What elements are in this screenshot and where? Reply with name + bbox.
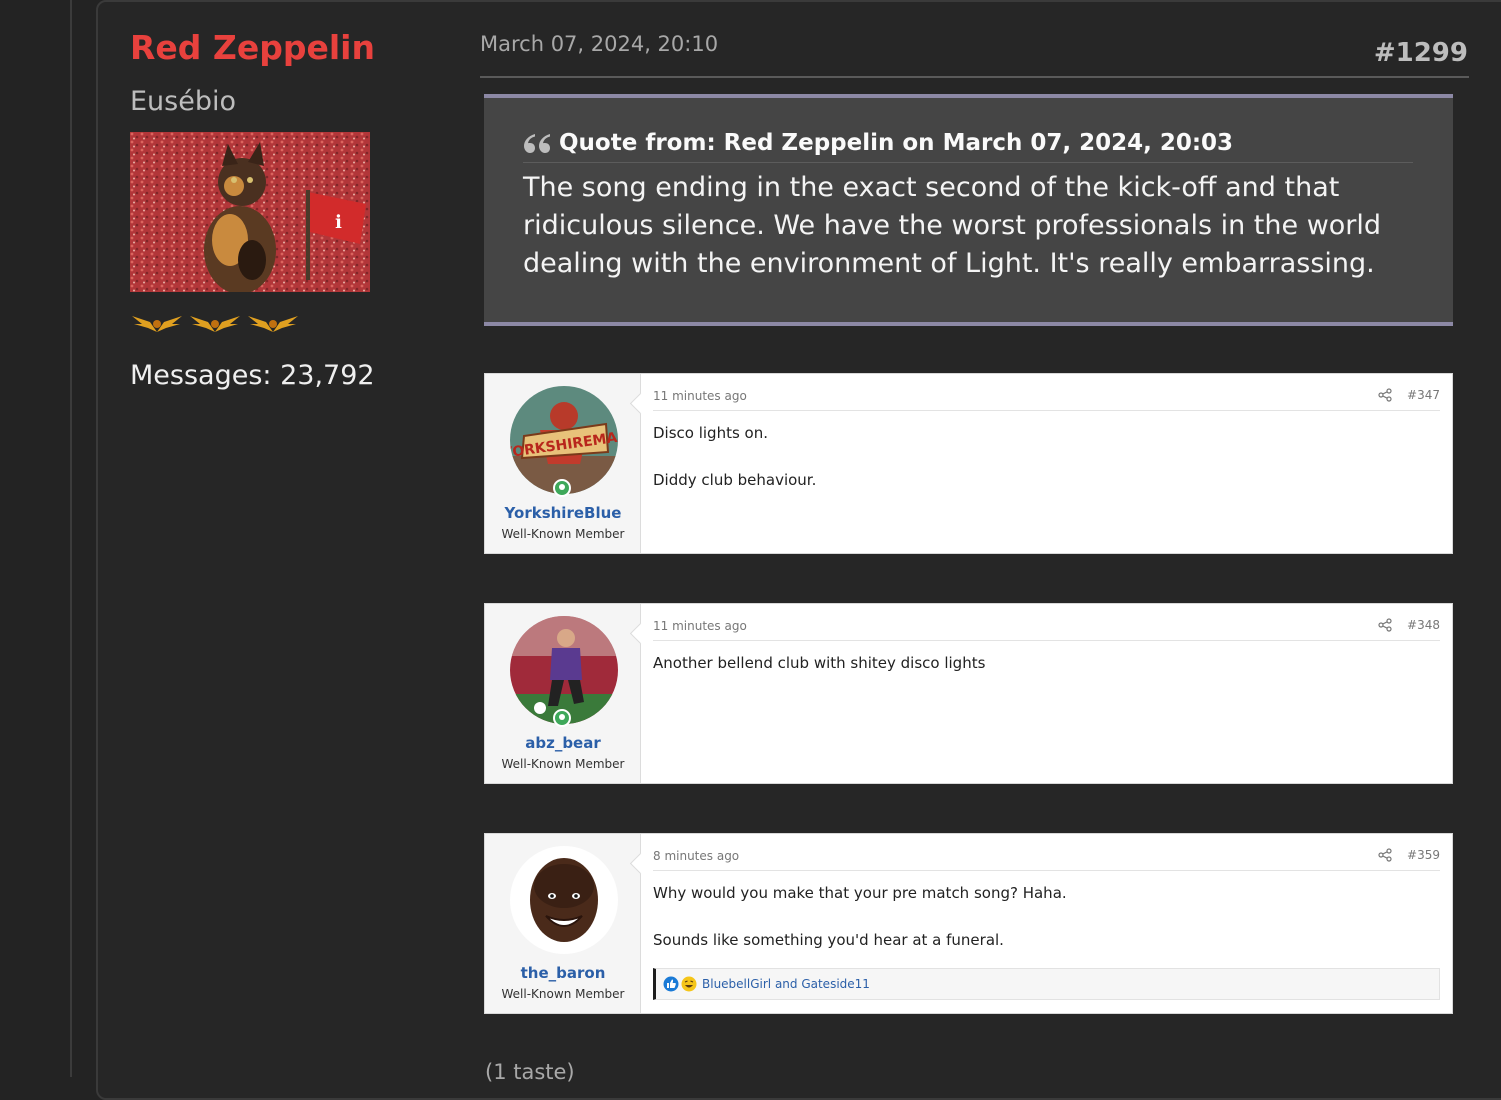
golden-eagle-icon <box>132 316 182 332</box>
author-title: Eusébio <box>130 86 237 117</box>
rank-stars <box>130 312 300 336</box>
embedded-post-user-role: Well-Known Member <box>501 987 625 1001</box>
quote-body: The song ending in the exact second of t… <box>523 172 1382 279</box>
embedded-post-username[interactable]: YorkshireBlue <box>485 504 641 522</box>
quote-icon <box>524 134 550 153</box>
laugh-icon <box>681 976 697 992</box>
embedded-post-meta: 11 minutes ago #348 <box>653 618 1440 641</box>
embedded-post: abz_bear Well-Known Member 11 minutes ag… <box>484 603 1453 784</box>
embedded-post-meta: 11 minutes ago #347 <box>653 388 1440 411</box>
embedded-post-line: Sounds like something you'd hear at a fu… <box>653 931 1004 949</box>
embedded-post-line: Another bellend club with shitey disco l… <box>653 654 986 672</box>
author-name[interactable]: Red Zeppelin <box>130 28 375 67</box>
embedded-post: YORKSHIREMAN YorkshireBlue Well-Known Me… <box>484 373 1453 554</box>
avatar[interactable] <box>510 616 618 724</box>
golden-eagle-icon <box>190 316 240 332</box>
online-status-icon <box>553 479 571 497</box>
svg-text:ℹ: ℹ <box>335 212 342 233</box>
embedded-post-time[interactable]: 11 minutes ago <box>653 389 747 403</box>
quote-block: Quote from: Red Zeppelin on March 07, 20… <box>484 94 1453 326</box>
like-icon <box>663 976 679 992</box>
author-avatar[interactable]: ℹ <box>130 132 370 292</box>
embedded-post-time[interactable]: 11 minutes ago <box>653 619 747 633</box>
embedded-post-body: Why would you make that your pre match s… <box>653 884 1067 978</box>
avatar[interactable] <box>510 846 618 954</box>
yorkshireman-avatar-icon: YORKSHIREMAN <box>510 386 618 494</box>
embedded-post-line: Why would you make that your pre match s… <box>653 884 1067 902</box>
message-count: Messages: 23,792 <box>130 360 375 391</box>
online-status-icon <box>553 709 571 727</box>
reactions-users[interactable]: BluebellGirl and Gateside11 <box>702 977 870 991</box>
avatar[interactable]: YORKSHIREMAN <box>510 386 618 494</box>
embedded-post-username[interactable]: abz_bear <box>485 734 641 752</box>
embedded-post-user-role: Well-Known Member <box>501 527 625 541</box>
embedded-post-line: Disco lights on. <box>653 424 769 442</box>
embedded-post-number[interactable]: #348 <box>1407 618 1440 632</box>
post-number-link[interactable]: #1299 <box>1374 38 1468 68</box>
embedded-post-user-role: Well-Known Member <box>501 757 625 771</box>
embedded-post-user-panel: the_baron Well-Known Member <box>485 834 652 1013</box>
embedded-post-user-panel: abz_bear Well-Known Member <box>485 604 652 783</box>
post-date: March 07, 2024, 20:10 <box>480 32 719 56</box>
golden-eagle-icon <box>248 316 298 332</box>
quote-header-text[interactable]: Quote from: Red Zeppelin on March 07, 20… <box>559 130 1233 156</box>
share-icon[interactable] <box>1378 388 1392 402</box>
smiling-man-avatar-icon <box>510 846 618 954</box>
quote-header: Quote from: Red Zeppelin on March 07, 20… <box>523 130 1413 163</box>
embedded-post-number[interactable]: #347 <box>1407 388 1440 402</box>
header-divider <box>480 76 1469 78</box>
embedded-post-line: Diddy club behaviour. <box>653 471 817 489</box>
footballer-avatar-icon <box>510 616 618 724</box>
reactions-bar[interactable]: BluebellGirl and Gateside11 <box>653 968 1440 1000</box>
post-footer-text: (1 taste) <box>485 1060 575 1084</box>
embedded-post-time[interactable]: 8 minutes ago <box>653 849 739 863</box>
left-rail-line <box>70 0 72 1077</box>
share-icon[interactable] <box>1378 618 1392 632</box>
embedded-post-body: Disco lights on. Diddy club behaviour. <box>653 424 816 518</box>
embedded-post: the_baron Well-Known Member 8 minutes ag… <box>484 833 1453 1014</box>
share-icon[interactable] <box>1378 848 1392 862</box>
embedded-post-username[interactable]: the_baron <box>485 964 641 982</box>
embedded-post-number[interactable]: #359 <box>1407 848 1440 862</box>
embedded-post-user-panel: YORKSHIREMAN YorkshireBlue Well-Known Me… <box>485 374 652 553</box>
cat-with-flag-avatar-icon: ℹ <box>130 132 370 292</box>
embedded-post-meta: 8 minutes ago #359 <box>653 848 1440 871</box>
embedded-post-body: Another bellend club with shitey disco l… <box>653 654 985 701</box>
